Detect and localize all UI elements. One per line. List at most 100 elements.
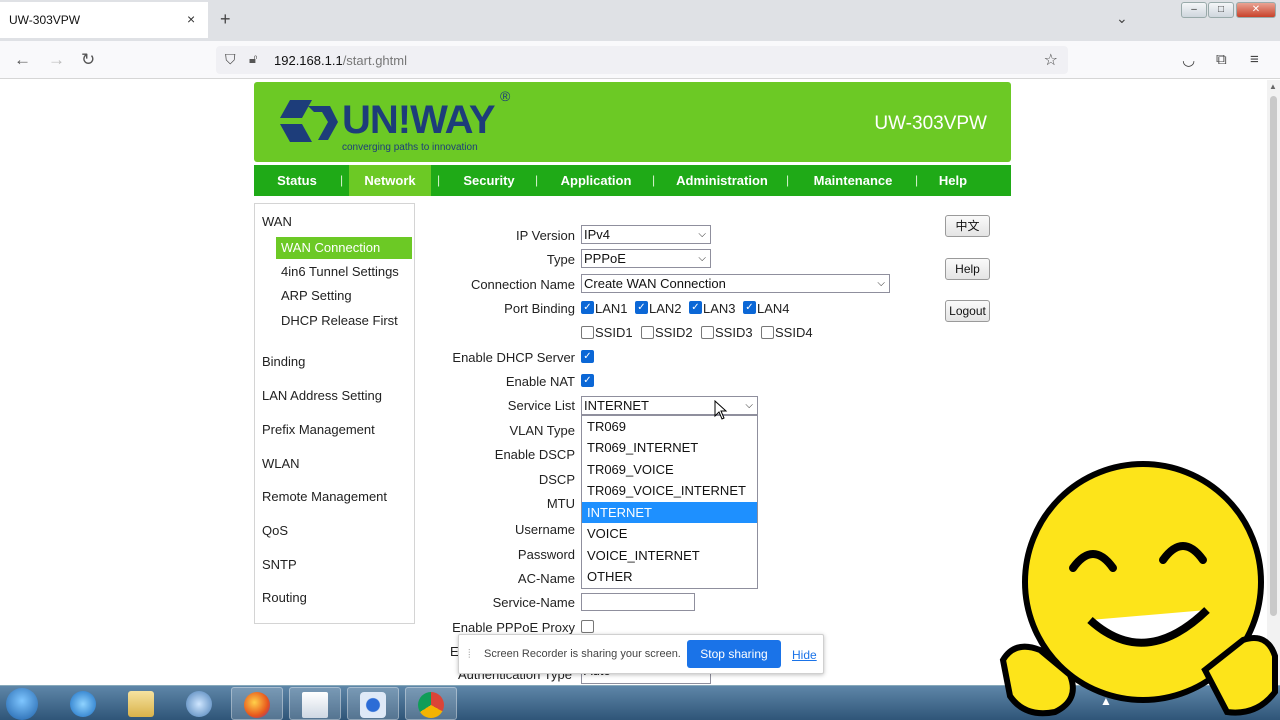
menu-separator: | <box>340 173 344 187</box>
lan4-label: LAN4 <box>757 301 790 316</box>
sidebar-item-qos[interactable]: QoS <box>262 523 288 538</box>
service-option-tr069-internet[interactable]: TR069_INTERNET <box>582 437 757 458</box>
hide-link[interactable]: Hide <box>792 648 817 662</box>
lock-icon[interactable]: 🔓︎ <box>249 51 257 67</box>
stop-sharing-button[interactable]: Stop sharing <box>687 640 781 668</box>
sidebar-item-dhcp-release[interactable]: DHCP Release First <box>276 310 412 332</box>
menu-security[interactable]: Security <box>446 165 532 196</box>
enable-pppoe-proxy-label: Enable PPPoE Proxy <box>452 620 575 635</box>
sidebar-item-lan-address[interactable]: LAN Address Setting <box>262 388 382 403</box>
main-menu: Status | Network | Security | Applicatio… <box>254 165 1011 196</box>
registered-mark: ® <box>500 88 511 104</box>
chevron-down-icon: ⌵ <box>698 229 706 240</box>
ssid3-label: SSID3 <box>715 325 753 340</box>
menu-network[interactable]: Network <box>349 165 431 196</box>
connection-name-select[interactable]: Create WAN Connection ⌵ <box>581 274 890 293</box>
start-button-icon[interactable] <box>6 688 38 720</box>
mouse-cursor-icon <box>714 400 728 420</box>
firefox-icon[interactable] <box>231 687 283 720</box>
file-explorer-icon[interactable] <box>116 687 168 720</box>
sidebar-item-sntp[interactable]: SNTP <box>262 557 297 572</box>
back-icon[interactable]: ← <box>14 50 31 70</box>
chrome-icon[interactable] <box>405 687 457 720</box>
service-option-internet[interactable]: INTERNET <box>582 502 757 523</box>
shield-icon[interactable]: ⛉ <box>225 51 236 68</box>
sidebar-item-remote-management[interactable]: Remote Management <box>262 489 387 504</box>
service-name-input[interactable] <box>581 593 695 611</box>
logo-tagline: converging paths to innovation <box>342 142 478 153</box>
maximize-icon[interactable]: □ <box>1208 2 1234 18</box>
menu-maintenance[interactable]: Maintenance <box>795 165 911 196</box>
enable-dhcp-checkbox[interactable]: ✓ <box>581 350 594 363</box>
service-option-voice-internet[interactable]: VOICE_INTERNET <box>582 545 757 566</box>
logout-button[interactable]: Logout <box>945 300 990 322</box>
notepad-icon[interactable] <box>289 687 341 720</box>
type-select[interactable]: PPPoE ⌵ <box>581 249 711 268</box>
screen-recorder-icon[interactable] <box>347 687 399 720</box>
tab-close-icon[interactable]: × <box>187 11 195 27</box>
pocket-icon[interactable]: ◡ <box>1182 51 1195 69</box>
help-button[interactable]: Help <box>945 258 990 280</box>
enable-nat-checkbox[interactable]: ✓ <box>581 374 594 387</box>
lan1-checkbox[interactable]: ✓ <box>581 301 594 314</box>
sidebar-item-prefix[interactable]: Prefix Management <box>262 422 375 437</box>
sidebar-item-binding[interactable]: Binding <box>262 354 305 369</box>
service-option-other[interactable]: OTHER <box>582 566 757 587</box>
sidebar-item-4in6-tunnel[interactable]: 4in6 Tunnel Settings <box>276 261 412 283</box>
reload-icon[interactable]: ↻ <box>81 50 95 70</box>
service-list-dropdown: TR069 TR069_INTERNET TR069_VOICE TR069_V… <box>581 415 758 589</box>
menu-application[interactable]: Application <box>544 165 648 196</box>
service-option-tr069[interactable]: TR069 <box>582 416 757 437</box>
extensions-icon[interactable]: ⧉ <box>1216 51 1227 68</box>
lan4-checkbox[interactable]: ✓ <box>743 301 756 314</box>
browser-nav-bar: ← → ↻ ⛉ 🔓︎ 192.168.1.1/start.ghtml ☆ ◡ ⧉… <box>0 41 1280 79</box>
ssid4-checkbox[interactable] <box>761 326 774 339</box>
sidebar-item-wan-connection[interactable]: WAN Connection <box>276 237 412 259</box>
language-button[interactable]: 中文 <box>945 215 990 237</box>
enable-pppoe-proxy-checkbox[interactable] <box>581 620 594 633</box>
phone-app-icon[interactable] <box>174 687 226 720</box>
service-option-tr069-voice[interactable]: TR069_VOICE <box>582 459 757 480</box>
username-label: Username <box>515 522 575 537</box>
scroll-up-icon[interactable]: ▲ <box>1269 82 1277 91</box>
window-close-icon[interactable]: ✕ <box>1236 2 1276 18</box>
lan1-label: LAN1 <box>595 301 628 316</box>
service-option-voice[interactable]: VOICE <box>582 523 757 544</box>
url-text[interactable]: 192.168.1.1/start.ghtml <box>274 53 407 68</box>
drag-handle-icon[interactable]: ⦙ <box>468 647 471 662</box>
ssid1-checkbox[interactable] <box>581 326 594 339</box>
service-option-tr069-voice-internet[interactable]: TR069_VOICE_INTERNET <box>582 480 757 501</box>
browser-tab[interactable]: UW-303VPW × <box>0 2 208 38</box>
forward-icon[interactable]: → <box>48 50 65 70</box>
service-list-select[interactable]: INTERNET ⌵ <box>581 396 758 415</box>
enable-nat-label: Enable NAT <box>505 374 575 389</box>
hugging-face-emoji-icon <box>999 461 1278 717</box>
menu-icon[interactable]: ≡ <box>1250 51 1259 68</box>
share-message: Screen Recorder is sharing your screen. <box>484 648 681 660</box>
sidebar-item-arp-setting[interactable]: ARP Setting <box>276 285 412 307</box>
internet-explorer-icon[interactable] <box>58 687 110 720</box>
sidebar-item-wan[interactable]: WAN <box>262 214 292 229</box>
lan2-label: LAN2 <box>649 301 682 316</box>
dscp-label: DSCP <box>538 472 575 487</box>
ip-version-value: IPv4 <box>584 227 611 242</box>
new-tab-icon[interactable]: + <box>220 9 231 30</box>
minimize-icon[interactable]: – <box>1181 2 1207 18</box>
port-binding-label: Port Binding <box>504 301 575 316</box>
type-value: PPPoE <box>584 251 626 266</box>
model-name: UW-303VPW <box>874 113 987 134</box>
sidebar-item-wlan[interactable]: WLAN <box>262 456 300 471</box>
ssid2-checkbox[interactable] <box>641 326 654 339</box>
lan2-checkbox[interactable]: ✓ <box>635 301 648 314</box>
bookmark-star-icon[interactable]: ☆ <box>1044 50 1058 70</box>
menu-status[interactable]: Status <box>254 165 340 196</box>
menu-administration[interactable]: Administration <box>662 165 782 196</box>
chevron-down-icon[interactable]: ⌄ <box>1116 10 1128 27</box>
ssid3-checkbox[interactable] <box>701 326 714 339</box>
sidebar-item-routing[interactable]: Routing <box>262 590 307 605</box>
lan3-checkbox[interactable]: ✓ <box>689 301 702 314</box>
address-bar[interactable]: ⛉ 🔓︎ 192.168.1.1/start.ghtml ☆ <box>216 46 1068 74</box>
menu-help[interactable]: Help <box>924 165 982 196</box>
vlan-type-label: VLAN Type <box>509 423 575 438</box>
ip-version-select[interactable]: IPv4 ⌵ <box>581 225 711 244</box>
